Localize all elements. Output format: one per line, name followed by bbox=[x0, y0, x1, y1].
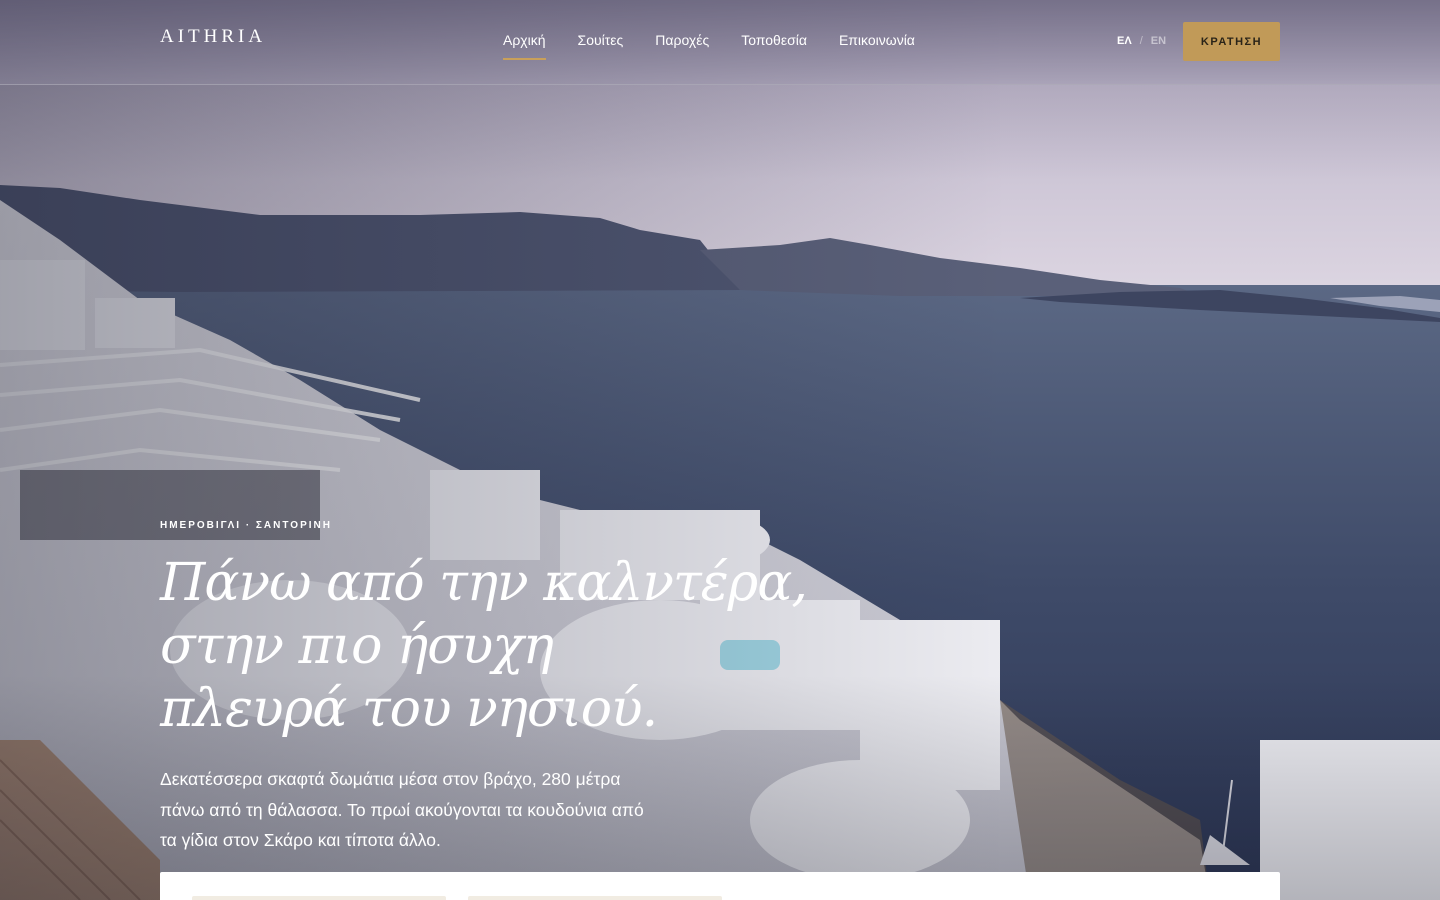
book-button[interactable]: ΚΡΑΤΗΣΗ bbox=[1183, 22, 1280, 61]
language-option-greek[interactable]: ΕΛ bbox=[1117, 35, 1132, 47]
check-in-field[interactable] bbox=[192, 896, 446, 900]
language-separator: / bbox=[1139, 35, 1143, 47]
hero-headline: Πάνω από την καλντέρα, στην πιο ήσυχη πλ… bbox=[160, 552, 880, 741]
hero-headline-line: Πάνω από την καλντέρα, bbox=[160, 553, 808, 613]
nav-item-amenities[interactable]: Παροχές bbox=[655, 32, 709, 60]
language-option-english[interactable]: EN bbox=[1151, 35, 1166, 47]
language-switcher: ΕΛ / EN bbox=[1117, 35, 1166, 47]
site-header: AITHRIA Αρχική Σουίτες Παροχές Τοποθεσία… bbox=[0, 0, 1440, 85]
check-out-field[interactable] bbox=[468, 896, 722, 900]
hero-location-eyebrow: ΗΜΕΡΟΒΙΓΛΙ · ΣΑΝΤΟΡΙΝΗ bbox=[160, 520, 332, 531]
nav-item-home[interactable]: Αρχική bbox=[503, 32, 546, 60]
nav-item-location[interactable]: Τοποθεσία bbox=[741, 32, 807, 60]
main-navigation: Αρχική Σουίτες Παροχές Τοποθεσία Επικοιν… bbox=[503, 32, 915, 60]
nav-item-contact[interactable]: Επικοινωνία bbox=[839, 32, 915, 60]
hero-headline-line: στην πιο ήσυχη bbox=[160, 616, 554, 676]
nav-item-suites[interactable]: Σουίτες bbox=[578, 32, 624, 60]
hero-headline-line: πλευρά του νησιού. bbox=[160, 679, 658, 739]
booking-widget bbox=[160, 872, 1280, 900]
hero-description: Δεκατέσσερα σκαφτά δωμάτια μέσα στον βρά… bbox=[160, 769, 644, 850]
brand-logo[interactable]: AITHRIA bbox=[160, 26, 266, 48]
